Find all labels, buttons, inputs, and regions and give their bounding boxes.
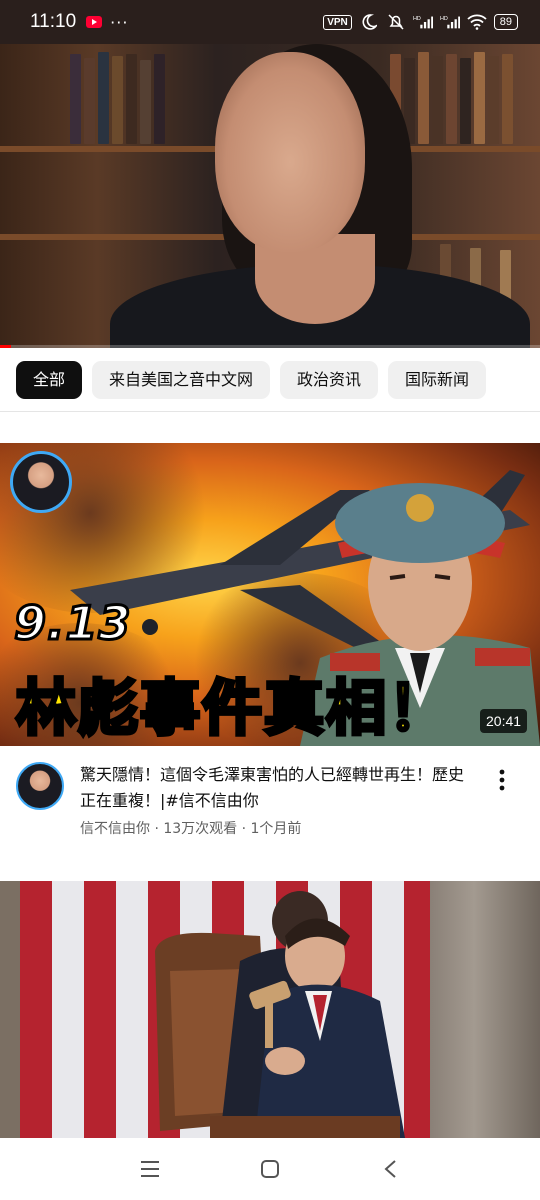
video-thumbnail-2[interactable] xyxy=(0,881,540,1138)
mute-icon xyxy=(386,13,406,31)
channel-badge-avatar xyxy=(10,451,72,513)
back-icon[interactable] xyxy=(370,1149,410,1189)
chip-politics[interactable]: 政治资讯 xyxy=(280,360,379,399)
book xyxy=(98,52,109,144)
system-nav-bar xyxy=(0,1138,540,1200)
flag-stripe xyxy=(20,881,52,1138)
book xyxy=(474,52,485,144)
flag-stripe xyxy=(52,881,84,1138)
book xyxy=(418,52,429,144)
signal-icon-2: HD xyxy=(440,13,460,31)
status-time: 11:10 xyxy=(30,11,77,32)
home-icon[interactable] xyxy=(250,1149,290,1189)
flag-stripe xyxy=(116,881,148,1138)
svg-text:HD: HD xyxy=(440,16,448,22)
chip-world-news[interactable]: 国际新闻 xyxy=(388,360,487,399)
menu-icon[interactable] xyxy=(130,1149,170,1189)
status-bar: 11:10 ··· VPN HD HD 89 xyxy=(0,0,540,44)
video-subline: 信不信由你 · 13万次观看 · 1个月前 xyxy=(80,821,302,837)
youtube-icon xyxy=(86,16,103,28)
video-meta: 驚天隱情！這個令毛澤東害怕的人已經轉世再生！歷史正在重複！|#信不信由你 信不信… xyxy=(0,746,540,876)
book xyxy=(154,54,165,144)
book xyxy=(140,60,151,144)
flag-stripe xyxy=(84,881,116,1138)
filter-chips: 全部 来自美国之音中文网 政治资讯 国际新闻 xyxy=(0,348,540,412)
video-duration: 20:41 xyxy=(480,709,528,733)
video-player[interactable] xyxy=(0,44,540,348)
book xyxy=(488,56,499,144)
book xyxy=(502,54,513,144)
video-title[interactable]: 驚天隱情！這個令毛澤東害怕的人已經轉世再生！歷史正在重複！|#信不信由你 xyxy=(80,762,470,814)
more-notifications-icon: ··· xyxy=(110,12,129,32)
thumbnail-text-date: 9.13 xyxy=(13,595,132,652)
person-face xyxy=(215,52,365,252)
wifi-icon xyxy=(467,13,487,31)
battery-icon: 89 xyxy=(493,14,518,30)
book xyxy=(126,54,137,144)
more-vert-icon[interactable] xyxy=(490,764,514,796)
book xyxy=(70,54,81,144)
vpn-badge: VPN xyxy=(323,14,352,30)
chip-voa-chinese[interactable]: 来自美国之音中文网 xyxy=(92,360,271,399)
moon-icon xyxy=(359,13,379,31)
thumbnail-text-title: 林彪事件真相！ xyxy=(14,672,450,746)
chip-all[interactable]: 全部 xyxy=(16,360,83,399)
status-icons: VPN HD HD 89 xyxy=(323,13,518,31)
book xyxy=(112,56,123,144)
speaker-scene xyxy=(155,891,405,1138)
marble-pillar xyxy=(430,881,540,1138)
book xyxy=(446,54,457,144)
book xyxy=(460,58,471,144)
signal-icon: HD xyxy=(413,13,433,31)
channel-avatar[interactable] xyxy=(16,762,64,810)
book xyxy=(432,56,443,144)
svg-text:HD: HD xyxy=(413,16,421,22)
book xyxy=(84,58,95,144)
